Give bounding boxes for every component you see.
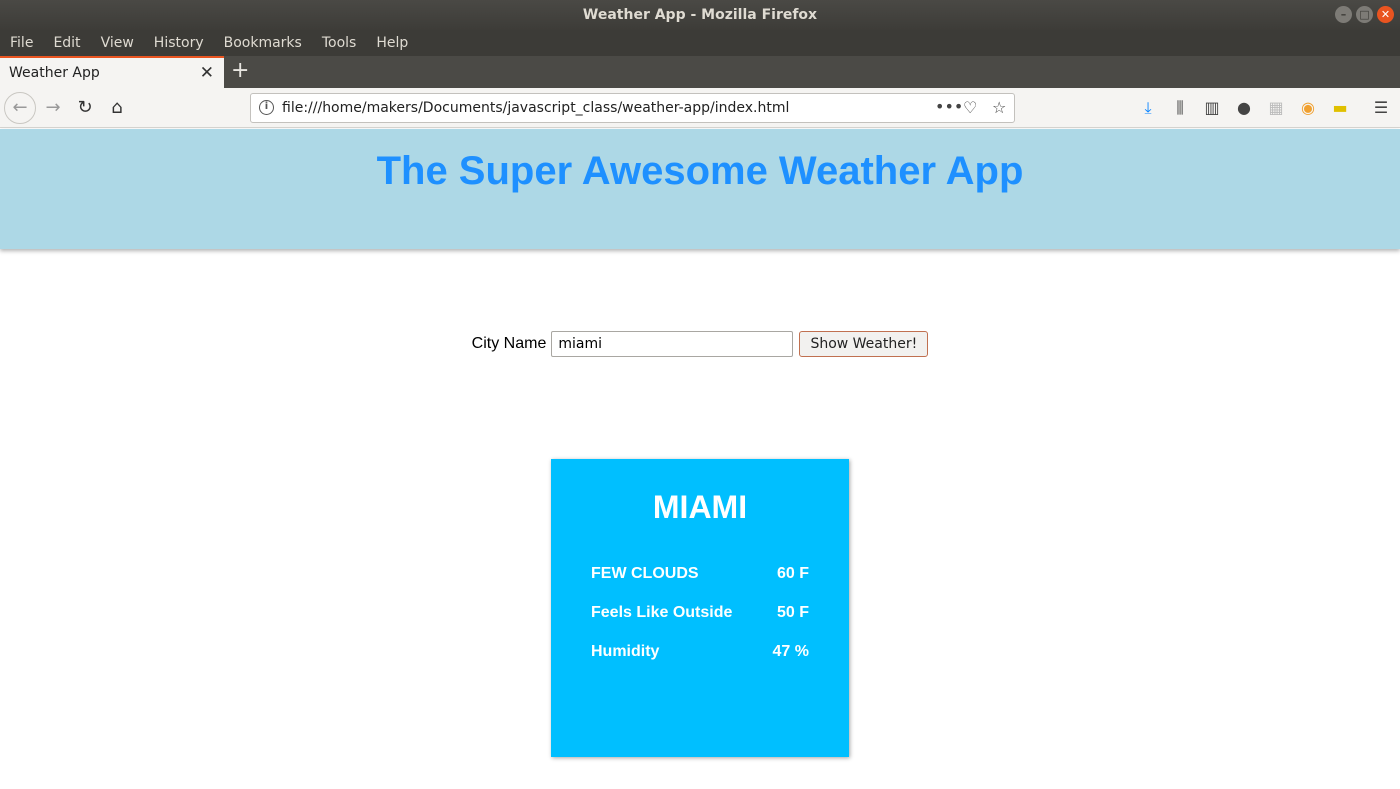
extension-icon[interactable]: ▦ bbox=[1266, 98, 1286, 117]
tab-strip: Weather App ✕ + bbox=[0, 56, 1400, 88]
row-label: Humidity bbox=[591, 643, 660, 660]
navigation-toolbar: ← → ↻ ⌂ i file:///home/makers/Documents/… bbox=[0, 88, 1400, 128]
forward-arrow-icon[interactable]: → bbox=[39, 94, 67, 122]
row-value: 50 F bbox=[776, 604, 809, 621]
page-actions-icon[interactable]: ••• bbox=[935, 97, 963, 116]
window-title: Weather App - Mozilla Firefox bbox=[582, 7, 818, 23]
minimize-icon[interactable]: – bbox=[1335, 6, 1352, 23]
url-text[interactable]: file:///home/makers/Documents/javascript… bbox=[282, 100, 789, 116]
close-tab-icon[interactable]: ✕ bbox=[200, 63, 214, 83]
sidebar-icon[interactable]: ▥ bbox=[1202, 98, 1222, 117]
menu-bar: File Edit View History Bookmarks Tools H… bbox=[0, 30, 1400, 56]
back-arrow-icon[interactable]: ← bbox=[4, 92, 36, 124]
close-window-icon[interactable]: ✕ bbox=[1377, 6, 1394, 23]
window-controls: – □ ✕ bbox=[1335, 6, 1394, 23]
hamburger-menu-icon[interactable]: ☰ bbox=[1371, 98, 1391, 117]
pocket-icon[interactable]: ♡ bbox=[963, 98, 977, 117]
menu-tools[interactable]: Tools bbox=[322, 35, 357, 51]
info-icon[interactable]: i bbox=[259, 100, 274, 115]
row-value: 47 % bbox=[772, 643, 809, 660]
city-name-input[interactable] bbox=[551, 331, 794, 357]
window-titlebar: Weather App - Mozilla Firefox – □ ✕ bbox=[0, 0, 1400, 30]
card-city-name: MIAMI bbox=[652, 489, 748, 525]
weather-details: FEW CLOUDS 60 F Feels Like Outside 50 F … bbox=[591, 565, 809, 682]
downloads-icon[interactable]: ⤓ bbox=[1138, 98, 1158, 118]
row-value: 60 F bbox=[776, 565, 809, 582]
city-search-form: City Name Show Weather! bbox=[0, 330, 1400, 358]
menu-bookmarks[interactable]: Bookmarks bbox=[224, 35, 302, 51]
bookmark-star-icon[interactable]: ☆ bbox=[992, 98, 1006, 117]
menu-edit[interactable]: Edit bbox=[53, 35, 80, 51]
page-title: The Super Awesome Weather App bbox=[376, 149, 1024, 193]
url-bar[interactable]: i file:///home/makers/Documents/javascri… bbox=[250, 93, 1015, 123]
weather-row-description: FEW CLOUDS 60 F bbox=[591, 565, 809, 604]
maximize-icon[interactable]: □ bbox=[1356, 6, 1373, 23]
tab-title: Weather App bbox=[9, 65, 100, 81]
weather-row-humidity: Humidity 47 % bbox=[591, 643, 809, 682]
menu-help[interactable]: Help bbox=[376, 35, 408, 51]
account-icon[interactable]: ● bbox=[1234, 98, 1254, 117]
menu-view[interactable]: View bbox=[101, 35, 134, 51]
home-icon[interactable]: ⌂ bbox=[103, 94, 131, 122]
row-label: FEW CLOUDS bbox=[591, 565, 699, 582]
reload-icon[interactable]: ↻ bbox=[71, 94, 99, 122]
weather-card: MIAMI FEW CLOUDS 60 F Feels Like Outside… bbox=[551, 459, 849, 757]
extension-c-icon[interactable]: ◉ bbox=[1298, 98, 1318, 117]
row-label: Feels Like Outside bbox=[591, 604, 733, 621]
library-icon[interactable]: ⫼ bbox=[1170, 98, 1190, 118]
menu-history[interactable]: History bbox=[154, 35, 204, 51]
page-header: The Super Awesome Weather App bbox=[0, 129, 1400, 249]
weather-row-feels-like: Feels Like Outside 50 F bbox=[591, 604, 809, 643]
tab-weather-app[interactable]: Weather App ✕ bbox=[0, 56, 224, 88]
extension-dots-icon[interactable]: ▬ bbox=[1330, 98, 1350, 117]
new-tab-icon[interactable]: + bbox=[231, 58, 249, 83]
show-weather-button[interactable]: Show Weather! bbox=[799, 331, 929, 357]
menu-file[interactable]: File bbox=[10, 35, 33, 51]
city-name-label: City Name bbox=[471, 335, 547, 352]
